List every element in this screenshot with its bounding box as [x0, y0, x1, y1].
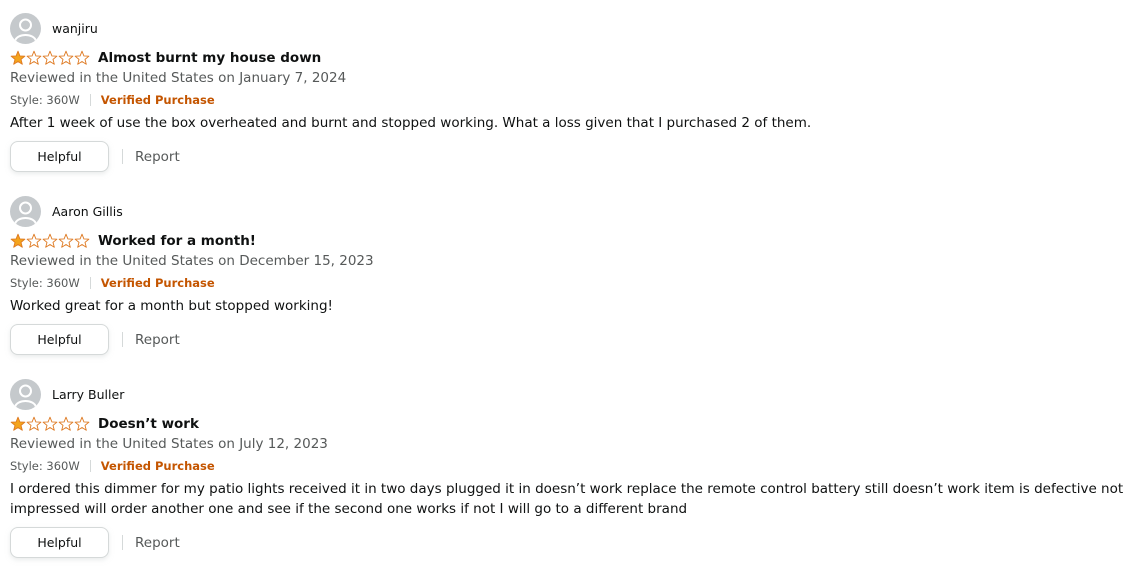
divider — [89, 277, 91, 289]
review-title[interactable]: Almost burnt my house down — [98, 50, 321, 66]
divider — [89, 94, 91, 106]
star-empty-icon — [58, 416, 74, 431]
star-empty-icon — [74, 416, 90, 431]
star-empty-icon — [42, 416, 58, 431]
star-rating — [10, 233, 90, 249]
reviewer-name[interactable]: Aaron Gillis — [52, 204, 123, 219]
review-title-row[interactable]: Almost burnt my house down — [10, 49, 321, 67]
star-empty-icon — [26, 416, 42, 431]
review-title[interactable]: Doesn’t work — [98, 416, 199, 432]
star-empty-icon — [42, 50, 58, 65]
helpful-button[interactable]: Helpful — [10, 324, 109, 355]
reviews-list: wanjiru Almost burnt my house down Revie… — [0, 0, 1144, 568]
review-date: Reviewed in the United States on January… — [10, 70, 347, 86]
review-body: I ordered this dimmer for my patio light… — [10, 481, 1124, 517]
default-avatar-icon — [10, 12, 41, 44]
review-format-row: Style: 360W Verified Purchase — [10, 275, 215, 291]
star-empty-icon — [74, 50, 90, 65]
star-empty-icon — [58, 233, 74, 248]
report-link[interactable]: Report — [135, 535, 180, 551]
review-date: Reviewed in the United States on Decembe… — [10, 253, 374, 269]
review-title[interactable]: Worked for a month! — [98, 233, 256, 249]
reviewer-profile[interactable]: Larry Buller — [10, 378, 124, 410]
divider — [89, 460, 91, 472]
verified-purchase-badge: Verified Purchase — [100, 93, 215, 107]
star-filled-icon — [10, 50, 26, 65]
reviewer-profile[interactable]: wanjiru — [10, 12, 98, 44]
default-avatar-icon — [10, 195, 41, 227]
divider — [122, 149, 123, 164]
default-avatar-icon — [10, 378, 41, 410]
style-label[interactable]: Style: 360W — [10, 276, 80, 290]
review-body: Worked great for a month but stopped wor… — [10, 298, 333, 314]
divider — [122, 535, 123, 550]
review-date: Reviewed in the United States on July 12… — [10, 436, 328, 452]
review-body: After 1 week of use the box overheated a… — [10, 115, 812, 131]
star-empty-icon — [74, 233, 90, 248]
review-format-row: Style: 360W Verified Purchase — [10, 458, 215, 474]
star-empty-icon — [26, 233, 42, 248]
verified-purchase-badge: Verified Purchase — [100, 276, 215, 290]
review-title-row[interactable]: Worked for a month! — [10, 232, 256, 250]
star-empty-icon — [26, 50, 42, 65]
style-label[interactable]: Style: 360W — [10, 93, 80, 107]
review-actions: Helpful Report — [10, 141, 180, 172]
star-rating — [10, 50, 90, 66]
review-format-row: Style: 360W Verified Purchase — [10, 92, 215, 108]
review-title-row[interactable]: Doesn’t work — [10, 415, 199, 433]
verified-purchase-badge: Verified Purchase — [100, 459, 215, 473]
helpful-button[interactable]: Helpful — [10, 527, 109, 558]
review-actions: Helpful Report — [10, 527, 180, 558]
report-link[interactable]: Report — [135, 332, 180, 348]
star-rating — [10, 416, 90, 432]
report-link[interactable]: Report — [135, 149, 180, 165]
review-actions: Helpful Report — [10, 324, 180, 355]
divider — [122, 332, 123, 347]
reviewer-name[interactable]: wanjiru — [52, 21, 98, 36]
star-filled-icon — [10, 233, 26, 248]
reviewer-profile[interactable]: Aaron Gillis — [10, 195, 123, 227]
star-empty-icon — [58, 50, 74, 65]
star-empty-icon — [42, 233, 58, 248]
style-label[interactable]: Style: 360W — [10, 459, 80, 473]
star-filled-icon — [10, 416, 26, 431]
reviewer-name[interactable]: Larry Buller — [52, 387, 124, 402]
helpful-button[interactable]: Helpful — [10, 141, 109, 172]
